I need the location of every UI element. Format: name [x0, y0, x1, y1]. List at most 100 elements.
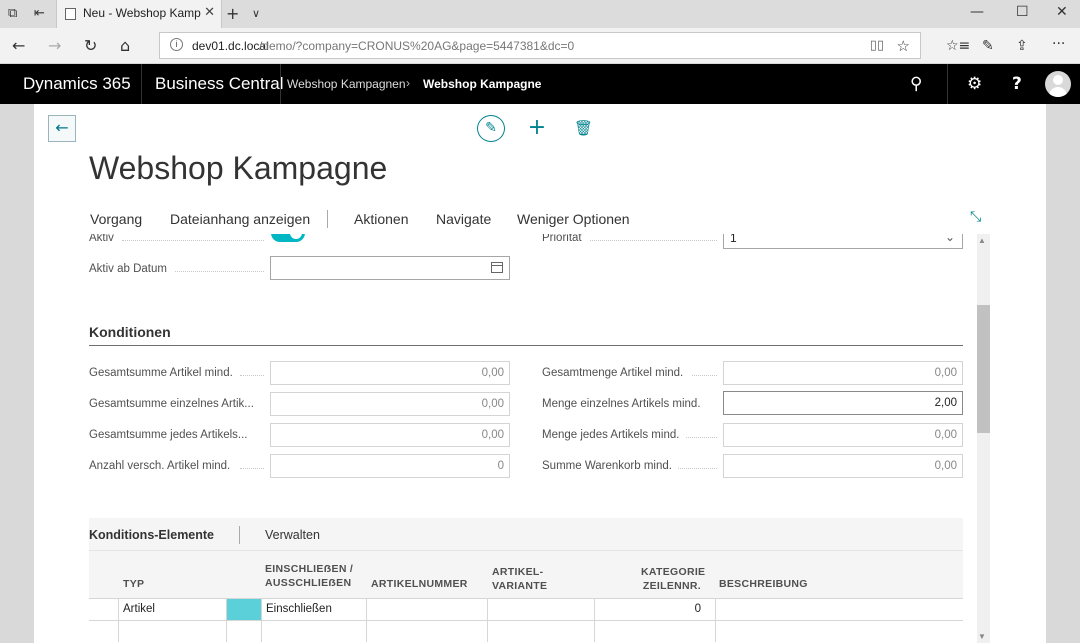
artikelnummer-cell[interactable] — [366, 599, 487, 620]
menu-divider — [327, 210, 328, 228]
gesamtsumme-einzelnes-input[interactable]: 0,00 — [270, 392, 510, 416]
row-select-cell[interactable] — [89, 621, 118, 642]
menge-jedes-input[interactable]: 0,00 — [723, 423, 963, 447]
kategorie-cell[interactable]: 0 — [594, 599, 715, 620]
gesamtsumme-artikel-input[interactable]: 0,00 — [270, 361, 510, 385]
scrollbar-thumb[interactable] — [977, 305, 990, 433]
collapse-icon[interactable]: ⤡ — [970, 209, 981, 225]
aktiv-label: Aktiv — [89, 234, 114, 244]
divider — [141, 64, 142, 104]
prioritaet-select[interactable]: 1 ⌄ — [723, 234, 963, 249]
scroll-down-icon[interactable]: ▼ — [978, 632, 986, 641]
dot-leader — [686, 437, 717, 438]
typ-cell[interactable]: Artikel — [118, 599, 226, 620]
menu-weniger-optionen[interactable]: Weniger Optionen — [517, 211, 630, 227]
reading-view-icon[interactable]: ▯▯ — [870, 38, 884, 53]
tab-list-icon[interactable]: ∨ — [252, 7, 260, 20]
summe-warenkorb-input[interactable]: 0,00 — [723, 454, 963, 478]
menu-aktionen[interactable]: Aktionen — [354, 211, 408, 227]
product-name[interactable]: Dynamics 365 — [23, 74, 131, 94]
column-header-artikelnummer[interactable]: ARTIKELNUMMER — [371, 577, 468, 591]
field-label: Gesamtsumme einzelnes Artik... — [89, 398, 254, 410]
column-header-kategorie[interactable]: KATEGORIE ZEILENNR. — [641, 565, 705, 593]
section-title-konditionen[interactable]: Konditionen — [89, 324, 171, 340]
einschliessen-cell[interactable] — [261, 621, 366, 642]
gesamtmenge-artikel-input[interactable]: 0,00 — [723, 361, 963, 385]
kategorie-cell[interactable] — [594, 621, 715, 642]
app-navbar: Dynamics 365 Business Central Webshop Ka… — [0, 64, 1080, 104]
delete-trash-icon[interactable]: 🗑 — [574, 115, 593, 142]
dot-leader — [122, 240, 264, 241]
prioritaet-value: 1 — [730, 234, 737, 245]
more-icon[interactable]: ··· — [1052, 36, 1065, 52]
set-tabs-aside-icon[interactable]: ⇤ — [34, 6, 45, 21]
table-row[interactable] — [89, 620, 963, 642]
variante-cell[interactable] — [487, 621, 594, 642]
new-tab-icon[interactable]: + — [226, 4, 239, 23]
tab-title: Neu - Webshop Kampagne — [83, 6, 201, 20]
column-header-variante[interactable]: ARTIKEL- VARIANTE — [492, 565, 547, 593]
back-arrow-icon[interactable]: ← — [12, 36, 25, 55]
pen-icon[interactable]: ✎ — [982, 38, 994, 54]
field-label: Summe Warenkorb mind. — [542, 460, 672, 472]
app-name[interactable]: Business Central — [155, 74, 284, 94]
calendar-icon[interactable] — [491, 262, 503, 273]
page-title: Webshop Kampagne — [89, 150, 388, 186]
avatar[interactable] — [1045, 71, 1071, 97]
column-header-einschliessen[interactable]: EINSCHLIEẞEN / AUSSCHLIEẞEN — [265, 562, 353, 590]
column-header-typ[interactable]: TYP — [123, 577, 144, 591]
browser-tab[interactable]: Neu - Webshop Kampagne ✕ — [56, 0, 222, 28]
table-row[interactable]: Artikel Einschließen 0 — [89, 598, 963, 620]
gesamtsumme-jedes-input[interactable]: 0,00 — [270, 423, 510, 447]
divider — [280, 64, 281, 104]
lightbulb-icon[interactable]: ⚲ — [910, 74, 922, 94]
aktiv-ab-date-input[interactable] — [270, 256, 510, 280]
beschreibung-cell[interactable] — [715, 599, 963, 620]
beschreibung-cell[interactable] — [715, 621, 963, 642]
anzahl-versch-input[interactable]: 0 — [270, 454, 510, 478]
menu-navigate[interactable]: Navigate — [436, 211, 491, 227]
dot-leader — [678, 468, 717, 469]
tab-actions-icon[interactable]: ⧉ — [8, 6, 17, 21]
edit-pencil-icon[interactable]: ✎ — [477, 115, 505, 142]
favorite-star-icon[interactable]: ☆ — [897, 37, 910, 55]
variante-cell[interactable] — [487, 599, 594, 620]
url-path: /demo/?company=CRONUS%20AG&page=5447381&… — [259, 39, 575, 53]
content-area: Aktiv Priorität 1 ⌄ Aktiv ab Datum Kondi… — [34, 234, 977, 643]
forward-arrow-icon[interactable]: → — [48, 36, 61, 55]
menu-dateianhang[interactable]: Dateianhang anzeigen — [170, 211, 310, 227]
window-close-icon[interactable]: ✕ — [1056, 4, 1068, 20]
address-bar[interactable]: i dev01.dc.local /demo/?company=CRONUS%2… — [159, 32, 921, 59]
minimize-icon[interactable]: — — [970, 4, 984, 20]
share-icon[interactable]: ⇪ — [1016, 38, 1028, 54]
aktiv-toggle[interactable] — [271, 234, 305, 242]
help-icon[interactable]: ? — [1012, 74, 1022, 94]
aktiv-ab-label: Aktiv ab Datum — [89, 263, 167, 275]
close-tab-icon[interactable]: ✕ — [204, 5, 215, 20]
artikelnummer-cell[interactable] — [366, 621, 487, 642]
breadcrumb-item-current: Webshop Kampagne — [423, 77, 542, 91]
prioritaet-label: Priorität — [542, 234, 582, 244]
refresh-icon[interactable]: ↻ — [84, 36, 97, 55]
favorites-icon[interactable]: ☆≡ — [946, 38, 970, 54]
scroll-up-icon[interactable]: ▲ — [978, 236, 986, 245]
row-marker — [226, 621, 261, 642]
field-label: Anzahl versch. Artikel mind. — [89, 460, 231, 472]
menge-einzelnes-input[interactable]: 2,00 — [723, 391, 963, 415]
verwalten-button[interactable]: Verwalten — [265, 528, 320, 542]
home-icon[interactable]: ⌂ — [120, 36, 130, 55]
settings-gear-icon[interactable]: ⚙ — [967, 74, 982, 94]
typ-cell[interactable] — [118, 621, 226, 642]
field-label: Gesamtsumme Artikel mind. — [89, 367, 233, 379]
menu-vorgang[interactable]: Vorgang — [90, 211, 142, 227]
row-select-cell[interactable] — [89, 599, 118, 620]
breadcrumb-item-parent[interactable]: Webshop Kampagnen — [287, 77, 406, 91]
subpage-title[interactable]: Konditions-Elemente — [89, 528, 214, 542]
einschliessen-cell[interactable]: Einschließen — [261, 599, 366, 620]
vertical-scrollbar[interactable] — [977, 234, 990, 643]
info-icon[interactable]: i — [170, 38, 183, 51]
back-button[interactable]: ← — [48, 115, 76, 142]
column-header-beschreibung[interactable]: BESCHREIBUNG — [719, 577, 808, 591]
new-plus-icon[interactable]: + — [527, 115, 547, 142]
maximize-icon[interactable]: ☐ — [1016, 4, 1029, 20]
